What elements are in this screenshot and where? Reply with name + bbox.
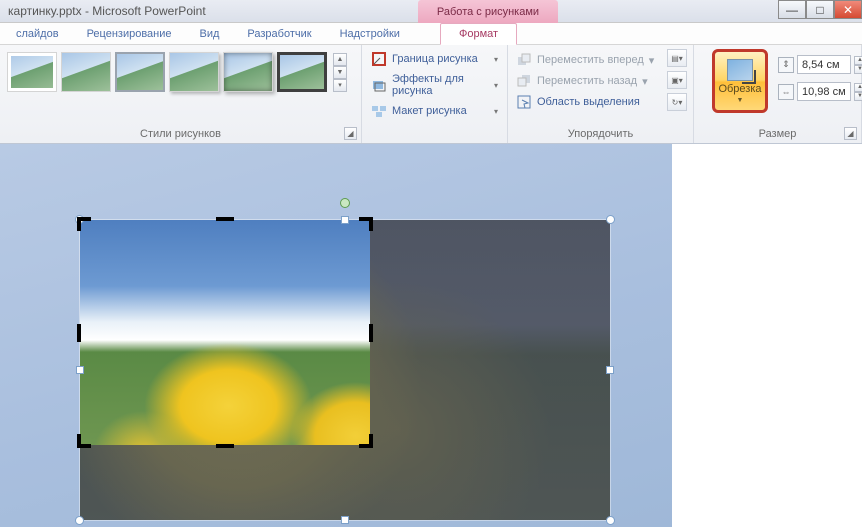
height-row: ⇕ 8,54 см ▲▼ xyxy=(778,55,862,74)
resize-handle-b[interactable] xyxy=(341,516,349,524)
style-thumb-5[interactable] xyxy=(223,52,273,92)
contextual-tab-label: Работа с рисунками xyxy=(418,0,558,23)
gallery-down-button[interactable]: ▼ xyxy=(333,66,347,79)
selection-pane-icon xyxy=(516,94,532,110)
workspace xyxy=(0,144,862,527)
picture-border-button[interactable]: Граница рисунка ▾ xyxy=(367,48,502,70)
window-title: картинку.pptx - Microsoft PowerPoint xyxy=(8,4,206,18)
align-button[interactable]: ▤▾ xyxy=(667,49,687,67)
tab-format[interactable]: Формат xyxy=(440,23,517,45)
send-backward-icon xyxy=(516,73,532,89)
tab-review[interactable]: Рецензирование xyxy=(73,25,186,44)
spin-down[interactable]: ▼ xyxy=(854,92,862,101)
picture-layout-button[interactable]: Макет рисунка ▾ xyxy=(367,100,502,122)
dropdown-icon: ▾ xyxy=(642,75,648,88)
bring-forward-icon xyxy=(516,52,532,68)
style-thumb-3[interactable] xyxy=(115,52,165,92)
resize-handle-tr[interactable] xyxy=(606,215,615,224)
resize-handle-bl[interactable] xyxy=(75,516,84,525)
dropdown-icon: ▾ xyxy=(494,81,498,90)
group-label-arrange: Упорядочить xyxy=(513,126,688,142)
tab-developer[interactable]: Разработчик xyxy=(233,25,325,44)
height-spinner: ▲▼ xyxy=(854,56,862,74)
group-arrange: Переместить вперед ▾ Переместить назад ▾… xyxy=(508,45,694,143)
picture-effects-button[interactable]: Эффекты для рисунка ▾ xyxy=(367,70,502,100)
resize-handle-br[interactable] xyxy=(606,516,615,525)
border-icon xyxy=(371,51,387,67)
gallery-up-button[interactable]: ▲ xyxy=(333,53,347,66)
rotate-handle[interactable] xyxy=(340,198,350,208)
selection-pane-label: Область выделения xyxy=(537,96,640,108)
styles-dialog-launcher[interactable]: ◢ xyxy=(344,127,357,140)
dropdown-icon: ▾ xyxy=(494,55,498,64)
style-thumb-2[interactable] xyxy=(61,52,111,92)
group-label-size: Размер xyxy=(694,126,861,142)
spin-up[interactable]: ▲ xyxy=(854,83,862,92)
slide-canvas[interactable] xyxy=(0,144,672,527)
picture-styles-gallery: ▲ ▼ ▾ xyxy=(5,48,356,92)
style-thumb-4[interactable] xyxy=(169,52,219,92)
spin-up[interactable]: ▲ xyxy=(854,56,862,65)
crop-handle-b[interactable] xyxy=(216,444,234,448)
effects-icon xyxy=(371,77,387,93)
window-controls: — □ ✕ xyxy=(778,0,862,19)
ribbon-tabs: слайдов Рецензирование Вид Разработчик Н… xyxy=(0,23,862,45)
selection-pane-button[interactable]: Область выделения xyxy=(513,92,688,112)
dropdown-icon: ▾ xyxy=(494,107,498,116)
tab-slides[interactable]: слайдов xyxy=(2,25,73,44)
maximize-button[interactable]: □ xyxy=(806,0,834,19)
style-thumb-6[interactable] xyxy=(277,52,327,92)
picture-border-label: Граница рисунка xyxy=(392,53,478,65)
crop-label: Обрезка xyxy=(718,83,761,95)
height-input[interactable]: 8,54 см xyxy=(797,55,851,74)
send-backward-button[interactable]: Переместить назад ▾ xyxy=(513,71,688,91)
crop-handle-l[interactable] xyxy=(77,324,81,342)
send-backward-label: Переместить назад xyxy=(537,75,637,87)
crop-handle-tr[interactable] xyxy=(359,217,373,231)
width-row: ⇔ 10,98 см ▲▼ xyxy=(778,82,862,101)
width-icon: ⇔ xyxy=(778,84,794,100)
height-icon: ⇕ xyxy=(778,57,794,73)
bring-forward-button[interactable]: Переместить вперед ▾ xyxy=(513,50,688,70)
crop-handle-r[interactable] xyxy=(369,324,373,342)
gallery-scroll: ▲ ▼ ▾ xyxy=(333,53,347,92)
rotate-button[interactable]: ↻▾ xyxy=(667,93,687,111)
crop-handle-tl[interactable] xyxy=(77,217,91,231)
crop-frame xyxy=(80,220,370,445)
dropdown-icon: ▼ xyxy=(737,97,744,104)
group-button[interactable]: ▣▾ xyxy=(667,71,687,89)
resize-handle-r[interactable] xyxy=(606,366,614,374)
crop-handle-br[interactable] xyxy=(359,434,373,448)
size-dialog-launcher[interactable]: ◢ xyxy=(844,127,857,140)
width-input[interactable]: 10,98 см xyxy=(797,82,851,101)
picture-layout-label: Макет рисунка xyxy=(392,105,467,117)
spin-down[interactable]: ▼ xyxy=(854,65,862,74)
group-label-styles: Стили рисунков xyxy=(5,126,356,142)
arrange-mini-buttons: ▤▾ ▣▾ ↻▾ xyxy=(667,49,687,111)
layout-icon xyxy=(371,103,387,119)
width-spinner: ▲▼ xyxy=(854,83,862,101)
crop-icon xyxy=(727,59,753,81)
tab-addins[interactable]: Надстройки xyxy=(326,25,414,44)
crop-handle-bl[interactable] xyxy=(77,434,91,448)
style-thumb-1[interactable] xyxy=(7,52,57,92)
minimize-button[interactable]: — xyxy=(778,0,806,19)
tab-view[interactable]: Вид xyxy=(186,25,234,44)
crop-button[interactable]: Обрезка ▼ xyxy=(712,49,768,113)
bring-forward-label: Переместить вперед xyxy=(537,54,644,66)
group-picture-format: Граница рисунка ▾ Эффекты для рисунка ▾ … xyxy=(362,45,508,143)
dimensions: ⇕ 8,54 см ▲▼ ⇔ 10,98 см ▲▼ xyxy=(778,55,862,101)
picture-effects-label: Эффекты для рисунка xyxy=(392,73,489,97)
dropdown-icon: ▾ xyxy=(649,54,655,67)
crop-handle-t[interactable] xyxy=(216,217,234,221)
gallery-more-button[interactable]: ▾ xyxy=(333,79,347,92)
group-picture-styles: ▲ ▼ ▾ Стили рисунков ◢ xyxy=(0,45,362,143)
title-bar: картинку.pptx - Microsoft PowerPoint Раб… xyxy=(0,0,862,23)
close-button[interactable]: ✕ xyxy=(834,0,862,19)
